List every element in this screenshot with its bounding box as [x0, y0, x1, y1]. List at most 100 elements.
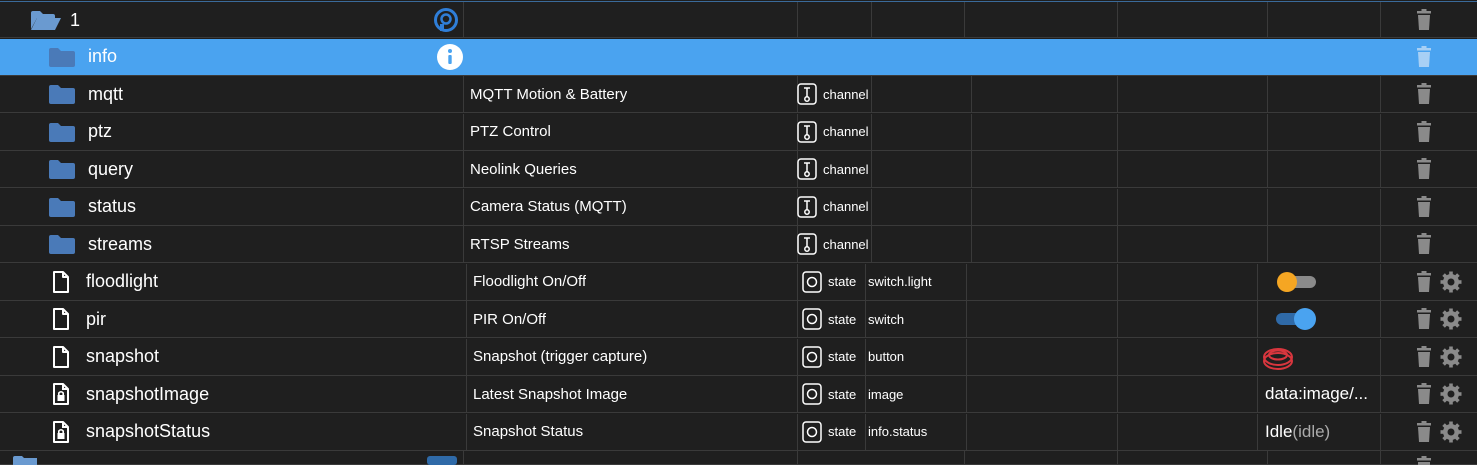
tree-row-status[interactable]: status Camera Status (MQTT) channel	[0, 188, 1477, 226]
delete-icon[interactable]	[1415, 76, 1433, 112]
folder-icon[interactable]	[48, 226, 76, 262]
value-toggle[interactable]	[1272, 264, 1320, 300]
object-description: MQTT Motion & Battery	[470, 85, 628, 103]
tree-row-partial[interactable]	[0, 451, 1477, 465]
tree-row-floodlight[interactable]: floodlight Floodlight On/Off state switch.l…	[0, 263, 1477, 301]
channel-type-icon	[797, 158, 817, 180]
channel-type-icon	[797, 120, 817, 143]
channel-type-icon	[797, 233, 817, 255]
tree-row-snapshot[interactable]: snapshot Snapshot (trigger capture) state b…	[0, 338, 1477, 376]
object-description: PTZ Control	[470, 123, 551, 140]
object-name[interactable]: floodlight	[86, 264, 158, 300]
delete-icon[interactable]	[1415, 2, 1433, 38]
object-name[interactable]: snapshotStatus	[86, 414, 210, 450]
object-tree: 1 info mqtt MQTT Motion & Battery channel ptz…	[0, 0, 1477, 465]
type-cell: state	[802, 414, 856, 450]
object-value[interactable]: Idle (idle)	[1265, 414, 1380, 450]
file-icon[interactable]	[52, 301, 70, 337]
object-description: Latest Snapshot Image	[473, 385, 628, 403]
delete-icon[interactable]	[1415, 39, 1433, 75]
column-separator	[871, 188, 872, 225]
object-name[interactable]: query	[88, 151, 133, 187]
file-lock-icon[interactable]	[52, 414, 70, 450]
column-separator	[1267, 76, 1268, 112]
gear-icon[interactable]	[1439, 376, 1463, 412]
column-separator	[463, 2, 464, 38]
type-cell: channel	[797, 76, 869, 112]
column-separator	[797, 451, 798, 465]
object-description: Neolink Queries	[470, 160, 577, 178]
column-separator	[971, 188, 972, 225]
object-name[interactable]: ptz	[88, 114, 112, 150]
object-name[interactable]: mqtt	[88, 76, 123, 112]
state-type-icon	[802, 270, 822, 293]
object-name[interactable]: 1	[70, 2, 80, 38]
delete-icon[interactable]	[1415, 339, 1433, 375]
object-value[interactable]: data:image/...	[1265, 376, 1380, 412]
delete-icon[interactable]	[1415, 151, 1433, 187]
tree-row-snapshotStatus[interactable]: snapshotStatus Snapshot Status state info.s…	[0, 413, 1477, 451]
tree-row-streams[interactable]: streams RTSP Streams channel	[0, 226, 1477, 263]
object-name[interactable]: snapshotImage	[86, 376, 209, 412]
object-name[interactable]: pir	[86, 301, 106, 337]
tree-row-1[interactable]: 1	[0, 1, 1477, 38]
tree-row-ptz[interactable]: ptz PTZ Control channel	[0, 113, 1477, 151]
gear-icon[interactable]	[1439, 414, 1463, 450]
column-separator	[466, 301, 467, 337]
column-separator	[1117, 39, 1118, 75]
object-name[interactable]: status	[88, 189, 136, 225]
column-separator	[1380, 113, 1381, 150]
value-toggle[interactable]	[1272, 301, 1320, 337]
column-separator	[871, 39, 872, 75]
tree-row-query[interactable]: query Neolink Queries channel	[0, 151, 1477, 188]
column-separator	[871, 226, 872, 262]
gear-icon[interactable]	[1439, 264, 1463, 300]
column-separator	[797, 376, 798, 412]
state-type-icon	[802, 383, 822, 405]
file-icon[interactable]	[52, 339, 70, 375]
file-lock-icon[interactable]	[52, 376, 70, 412]
object-type: state	[828, 311, 857, 327]
delete-icon[interactable]	[1415, 264, 1433, 300]
file-icon[interactable]	[52, 264, 70, 300]
object-role: switch	[868, 311, 905, 327]
state-type-icon	[802, 345, 822, 368]
folder-icon[interactable]	[48, 39, 76, 75]
object-type: state	[828, 349, 857, 364]
delete-icon[interactable]	[1415, 414, 1433, 450]
delete-icon[interactable]	[1415, 376, 1433, 412]
delete-icon[interactable]	[1415, 301, 1433, 337]
column-separator	[797, 39, 798, 75]
object-type: state	[828, 386, 857, 402]
column-separator	[966, 263, 967, 300]
delete-icon[interactable]	[1415, 189, 1433, 225]
column-separator	[1380, 76, 1381, 112]
folder-icon[interactable]	[48, 76, 76, 112]
object-name[interactable]: snapshot	[86, 339, 159, 375]
column-separator	[1380, 188, 1381, 225]
info-icon[interactable]	[436, 39, 464, 75]
tree-row-mqtt[interactable]: mqtt MQTT Motion & Battery channel	[0, 76, 1477, 113]
channel-type-icon	[797, 195, 817, 218]
gear-icon[interactable]	[1439, 301, 1463, 337]
column-separator	[466, 263, 467, 300]
object-type: channel	[823, 161, 869, 177]
folder-icon[interactable]	[48, 151, 76, 187]
column-separator	[865, 301, 866, 337]
object-name[interactable]: info	[88, 39, 117, 75]
delete-icon[interactable]	[1415, 114, 1433, 150]
gear-icon[interactable]	[1439, 339, 1463, 375]
delete-icon[interactable]	[1415, 226, 1433, 262]
column-separator	[797, 263, 798, 300]
folder-icon[interactable]	[30, 2, 62, 38]
column-separator	[1267, 226, 1268, 262]
tree-row-pir[interactable]: pir PIR On/Off state switch	[0, 301, 1477, 338]
trigger-button[interactable]	[1262, 339, 1294, 375]
folder-icon[interactable]	[48, 189, 76, 225]
object-type: channel	[823, 236, 869, 252]
tree-row-snapshotImage[interactable]: snapshotImage Latest Snapshot Image state i…	[0, 376, 1477, 413]
column-separator	[966, 413, 967, 450]
object-name[interactable]: streams	[88, 226, 152, 262]
tree-row-info[interactable]: info	[0, 38, 1477, 76]
folder-icon[interactable]	[48, 114, 76, 150]
